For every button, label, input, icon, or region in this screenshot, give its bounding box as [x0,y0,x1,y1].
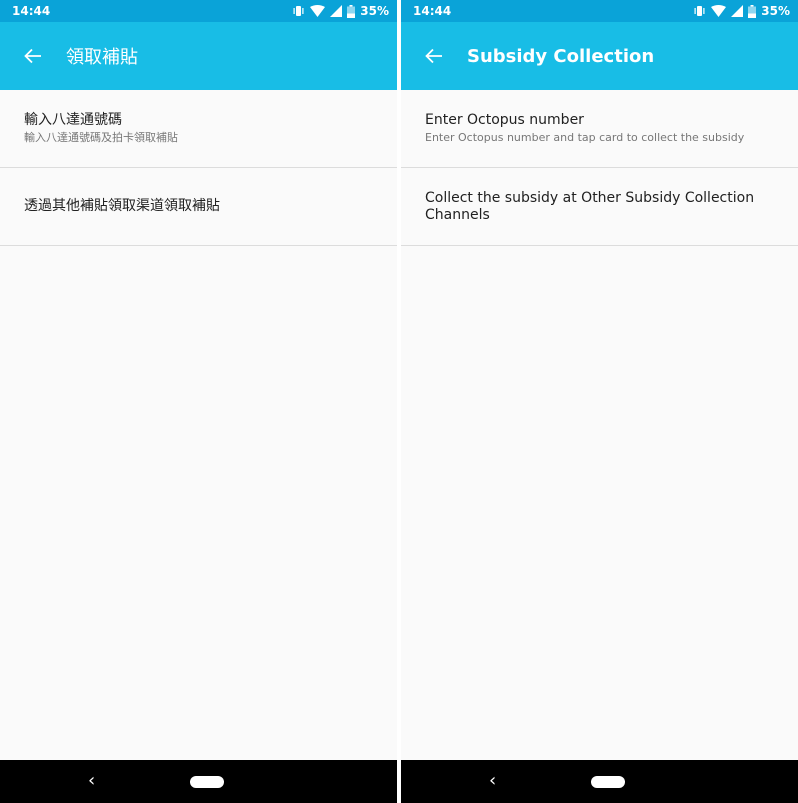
list-item-subtitle: 輸入八達通號碼及拍卡領取補貼 [24,131,178,144]
navigation-bar: ‹ [401,760,798,803]
list-item-other-channels[interactable]: 透過其他補貼領取渠道領取補貼 [0,168,397,246]
navigation-bar: ‹ [0,760,397,803]
signal-icon [330,5,343,17]
battery-percent: 35% [761,4,790,18]
status-bar: 14:44 35% [0,0,397,22]
nav-back-icon[interactable]: ‹ [88,771,95,791]
list-item-enter-octopus-number[interactable]: Enter Octopus number Enter Octopus numbe… [401,90,798,168]
status-icons: 35% [292,4,389,18]
signal-icon [731,5,744,17]
page-title: 領取補貼 [66,47,138,68]
screen-english: 14:44 35% Subsidy Collection Enter Octop… [401,0,798,803]
status-time: 14:44 [12,4,51,18]
vibrate-icon [292,5,305,17]
nav-home-pill-icon[interactable] [591,776,625,788]
nav-back-icon[interactable]: ‹ [489,771,496,791]
page-title: Subsidy Collection [467,45,655,67]
battery-icon [347,4,356,18]
list-item-subtitle: Enter Octopus number and tap card to col… [425,131,745,144]
list-item-enter-octopus-number[interactable]: 輸入八達通號碼 輸入八達通號碼及拍卡領取補貼 [0,90,397,168]
screen-chinese: 14:44 35% 領取補貼 輸入八達通號碼 輸入八達通號碼及拍卡領取補貼 透過… [0,0,397,803]
arrow-left-icon[interactable] [421,43,447,69]
wifi-icon [310,5,326,17]
list-item-title: Enter Octopus number [425,112,584,128]
list-item-title: 透過其他補貼領取渠道領取補貼 [24,198,220,214]
nav-home-pill-icon[interactable] [190,776,224,788]
app-bar: 領取補貼 [0,22,397,90]
battery-icon [748,4,757,18]
vibrate-icon [693,5,706,17]
status-time: 14:44 [413,4,452,18]
app-bar: Subsidy Collection [401,22,798,90]
list-item-title: Collect the subsidy at Other Subsidy Col… [425,189,755,223]
battery-percent: 35% [360,4,389,18]
list-item-title: 輸入八達通號碼 [24,112,122,128]
list-item-other-channels[interactable]: Collect the subsidy at Other Subsidy Col… [401,168,798,246]
status-icons: 35% [693,4,790,18]
status-bar: 14:44 35% [401,0,798,22]
arrow-left-icon[interactable] [20,43,46,69]
wifi-icon [711,5,727,17]
